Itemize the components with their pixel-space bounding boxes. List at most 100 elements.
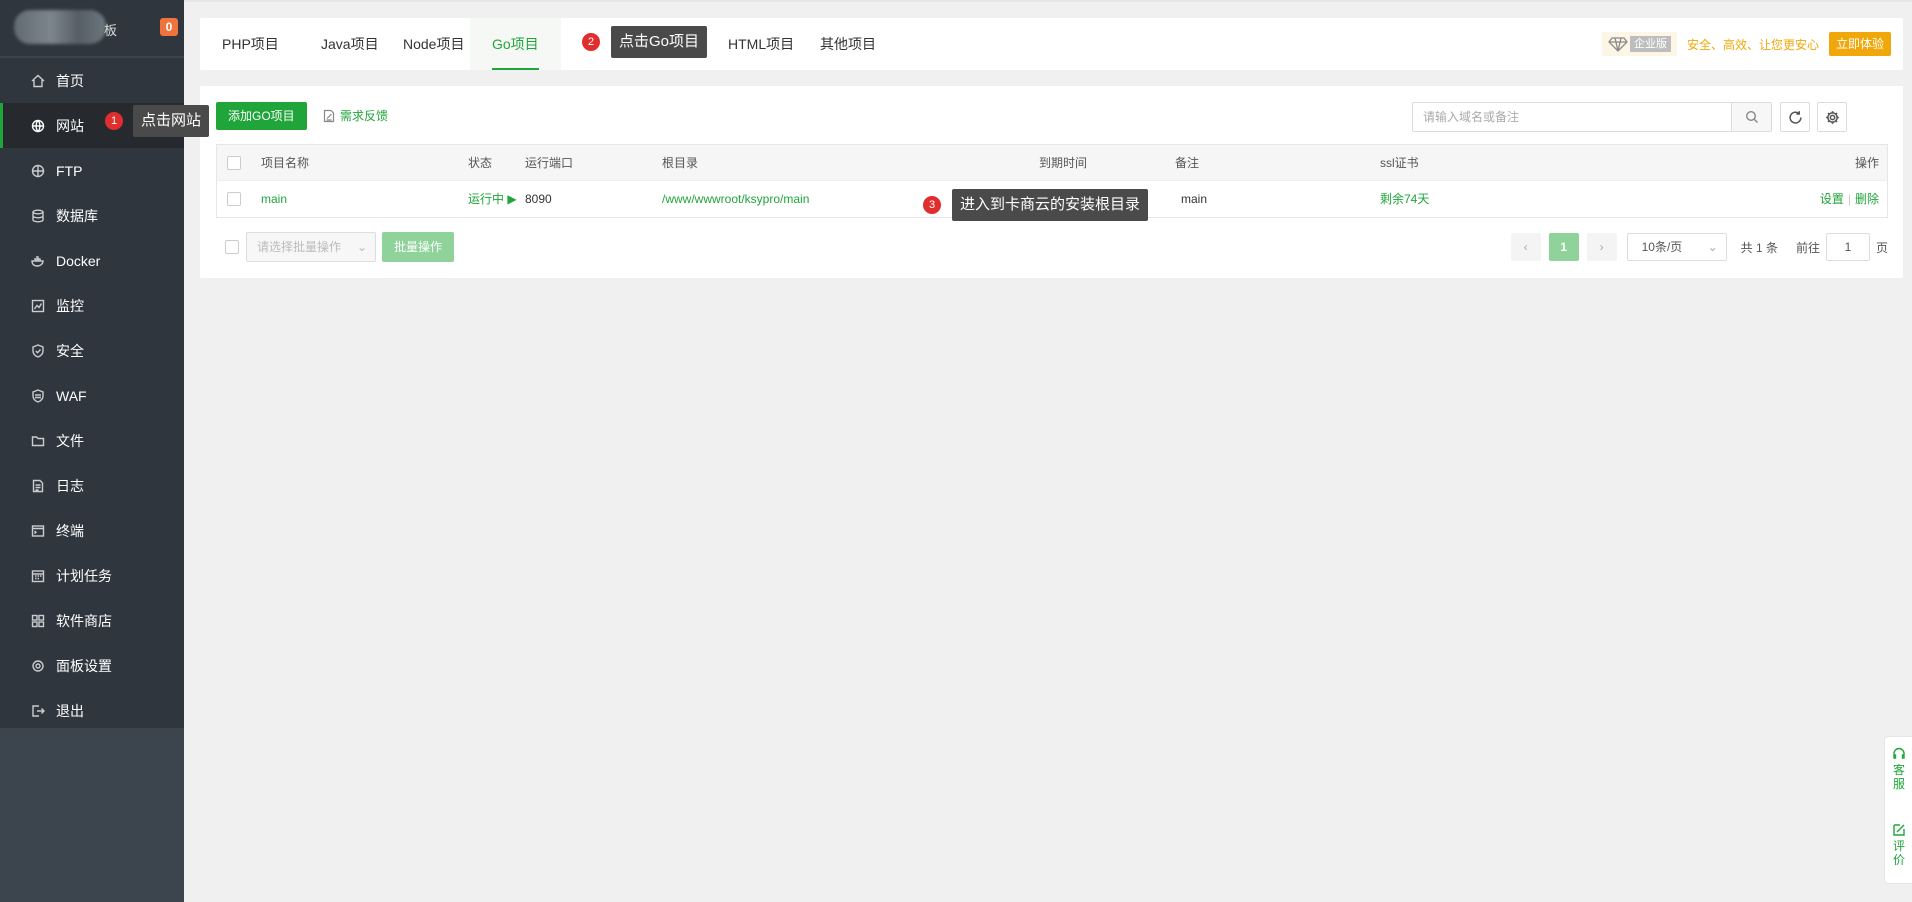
batch-operation-select[interactable]: 请选择批量操作 ⌄ (246, 232, 376, 262)
sidebar-item-label: 监控 (56, 297, 84, 314)
sidebar-item-store[interactable]: 软件商店 (0, 598, 184, 643)
project-tabs: PHP项目 Java项目 Node项目 Go项目 反向代理 HTML项目 其他项… (200, 18, 1903, 70)
sidebar-item-monitor[interactable]: 监控 (0, 283, 184, 328)
step-number-3: 3 (923, 196, 941, 214)
try-now-button[interactable]: 立即体验 (1828, 32, 1891, 56)
top-divider (184, 0, 1912, 2)
add-go-project-button[interactable]: 添加GO项目 (216, 102, 307, 130)
step-number-2: 2 (582, 33, 600, 51)
root-path-link[interactable]: /www/wwwroot/ksypro/main (662, 181, 809, 217)
remark-value[interactable]: main (1181, 181, 1207, 217)
database-icon (30, 208, 46, 224)
col-header-ssl[interactable]: ssl证书 (1380, 145, 1419, 181)
review-button[interactable]: 评价 (1885, 823, 1912, 867)
status-running[interactable]: 运行中 ▶ (468, 181, 517, 217)
sidebar-item-label: 安全 (56, 342, 84, 359)
total-count: 共 1 条 (1740, 240, 1778, 255)
row-actions: 设置 | 删除 (1820, 181, 1879, 217)
sidebar-item-logs[interactable]: 日志 (0, 463, 184, 508)
sidebar-item-label: Docker (56, 252, 101, 269)
chevron-down-icon: ⌄ (1707, 240, 1718, 254)
logo-text: 板 (104, 23, 118, 38)
col-header-name[interactable]: 项目名称 (261, 145, 309, 181)
sidebar-item-ftp[interactable]: FTP (0, 148, 184, 193)
prev-page-button[interactable]: ‹ (1510, 233, 1541, 261)
page-size-select[interactable]: 10条/页 ⌄ (1626, 233, 1727, 261)
next-page-button[interactable]: › (1586, 233, 1617, 261)
shield-icon (30, 343, 46, 359)
search-button[interactable] (1731, 103, 1771, 131)
sidebar-item-settings[interactable]: 面板设置 (0, 643, 184, 688)
play-icon: ▶ (507, 192, 517, 206)
sidebar-item-cron[interactable]: 计划任务 (0, 553, 184, 598)
sidebar-item-logout[interactable]: 退出 (0, 688, 184, 733)
ssl-status-link[interactable]: 剩余74天 (1380, 181, 1429, 217)
customer-service-label: 客服 (1892, 763, 1905, 791)
monitor-icon (30, 298, 46, 314)
select-all-checkbox[interactable] (227, 156, 241, 170)
message-count-badge[interactable]: 0 (160, 18, 178, 36)
edit-icon (1893, 824, 1905, 836)
gear-icon (30, 658, 46, 674)
col-header-port: 运行端口 (525, 156, 574, 170)
goto-page-input[interactable]: 1 (1825, 233, 1870, 261)
delete-link[interactable]: 删除 (1855, 192, 1879, 206)
apps-icon (30, 613, 46, 629)
tab-go[interactable]: Go项目 (470, 18, 561, 70)
sidebar-item-files[interactable]: 文件 (0, 418, 184, 463)
docker-icon (30, 253, 46, 269)
sidebar-item-label: 日志 (56, 477, 84, 494)
search-icon (1745, 110, 1758, 123)
floating-service-bar: 客服 评价 (1884, 736, 1912, 884)
search-input[interactable] (1413, 103, 1733, 131)
enterprise-badge: 企业版 (1601, 32, 1677, 56)
pagination: ‹ 1 › 10条/页 ⌄ 共 1 条 前往 1 页 (1510, 232, 1888, 262)
tab-php[interactable]: PHP项目 (200, 18, 301, 70)
page-unit-label: 页 (1875, 240, 1888, 255)
log-icon (30, 478, 46, 494)
review-label: 评价 (1892, 839, 1905, 867)
batch-operation-button[interactable]: 批量操作 (382, 232, 455, 262)
enterprise-tag: 企业版 (1629, 36, 1671, 52)
row-checkbox[interactable] (227, 192, 241, 206)
sidebar-item-waf[interactable]: WAF (0, 373, 184, 418)
table-header-row: 项目名称 状态 运行端口 根目录 到期时间 备注 ssl证书 操作 (217, 145, 1887, 181)
project-name-link[interactable]: main (261, 181, 287, 217)
page-number-current[interactable]: 1 (1548, 233, 1579, 261)
col-header-root: 根目录 (662, 156, 699, 170)
tab-other[interactable]: 其他项目 (798, 18, 898, 70)
settings-link[interactable]: 设置 (1820, 192, 1844, 206)
footer-select-all-checkbox[interactable] (225, 240, 239, 254)
col-header-actions: 操作 (1854, 156, 1879, 170)
chevron-right-icon: › (1599, 240, 1604, 254)
chevron-left-icon: ‹ (1523, 240, 1528, 254)
batch-select-placeholder: 请选择批量操作 (257, 240, 342, 254)
sidebar-item-label: 数据库 (56, 207, 98, 224)
step-callout-2: 点击Go项目 (611, 26, 708, 58)
sidebar-item-database[interactable]: 数据库 (0, 193, 184, 238)
col-header-expire[interactable]: 到期时间 (1039, 145, 1087, 181)
settings-button[interactable] (1817, 102, 1847, 132)
sidebar-item-docker[interactable]: Docker (0, 238, 184, 283)
sidebar-item-label: 首页 (56, 72, 84, 89)
gear-icon (1825, 110, 1839, 124)
step-number-1: 1 (105, 112, 123, 130)
sidebar-item-terminal[interactable]: 终端 (0, 508, 184, 553)
feedback-link[interactable]: 需求反馈 (322, 102, 388, 130)
enterprise-promo: 企业版 安全、高效、让您更安心 立即体验 (1601, 32, 1891, 56)
page-size-value: 10条/页 (1641, 240, 1683, 254)
port-value: 8090 (525, 192, 552, 206)
refresh-icon (1788, 110, 1802, 124)
chevron-down-icon: ⌄ (356, 240, 367, 254)
sidebar-item-home[interactable]: 首页 (0, 58, 184, 103)
waf-shield-icon (30, 388, 46, 404)
table-footer: 请选择批量操作 ⌄ 批量操作 ‹ 1 › 10条/页 ⌄ 共 1 条 前往 1 … (216, 232, 1888, 262)
sidebar-item-security[interactable]: 安全 (0, 328, 184, 373)
step-callout-3: 进入到卡商云的安装根目录 (952, 189, 1149, 221)
globe-icon (30, 118, 46, 134)
col-header-status: 状态 (468, 156, 493, 170)
folder-icon (30, 433, 46, 449)
refresh-button[interactable] (1780, 102, 1810, 132)
customer-service-button[interactable]: 客服 (1885, 747, 1912, 791)
sidebar-header: 板 0 (0, 0, 184, 56)
